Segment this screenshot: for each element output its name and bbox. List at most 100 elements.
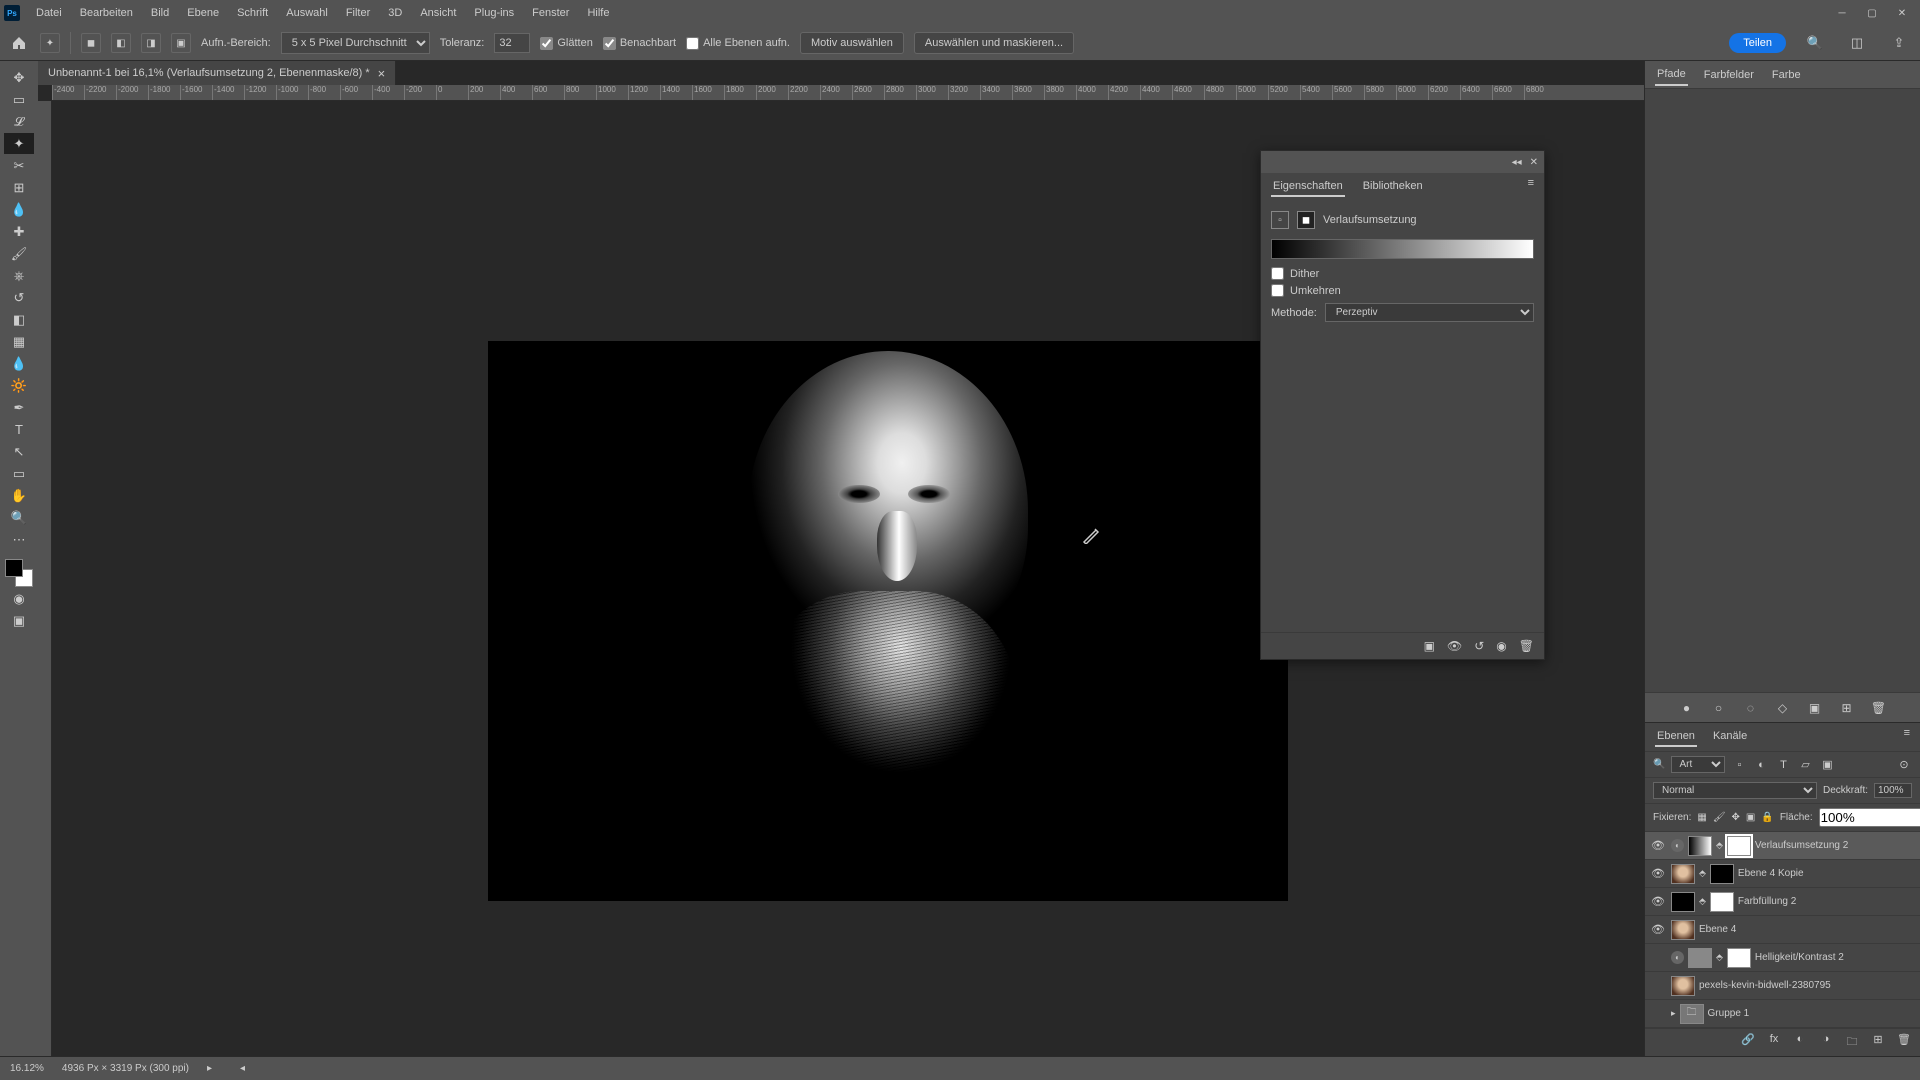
group-icon[interactable]: 🗀 <box>1844 1033 1860 1052</box>
color-tab[interactable]: Farbe <box>1770 65 1803 85</box>
dither-check[interactable]: Dither <box>1271 267 1534 280</box>
marquee-tool[interactable]: ▭ <box>4 89 34 110</box>
screen-mode-tool[interactable]: ▣ <box>4 610 34 631</box>
view-previous-icon[interactable]: 👁 <box>1447 639 1462 653</box>
collapse-panel-icon[interactable]: ◂◂ <box>1512 157 1522 168</box>
layer-name[interactable]: pexels-kevin-bidwell-2380795 <box>1699 980 1916 991</box>
layers-menu-icon[interactable]: ≡ <box>1904 727 1910 747</box>
filter-shape-icon[interactable]: ▱ <box>1797 757 1813 773</box>
gradient-tool[interactable]: ▦ <box>4 331 34 352</box>
menu-layer[interactable]: Ebene <box>179 3 227 23</box>
path-tool[interactable]: ↖ <box>4 441 34 462</box>
fill-input[interactable] <box>1819 808 1920 827</box>
select-and-mask-button[interactable]: Auswählen und maskieren... <box>914 32 1074 54</box>
visibility-icon[interactable]: 👁 <box>1649 839 1667 852</box>
layer-row[interactable]: ▸🗀Gruppe 1 <box>1645 1000 1920 1028</box>
selection-subtract-icon[interactable]: ◨ <box>141 33 161 53</box>
link-layers-icon[interactable]: 🔗 <box>1740 1033 1756 1052</box>
export-icon[interactable]: ⇪ <box>1886 30 1912 56</box>
sample-size-select[interactable]: 5 x 5 Pixel Durchschnitt <box>281 32 430 54</box>
lock-artboard-icon[interactable]: ▣ <box>1746 811 1755 825</box>
antialias-check[interactable]: Glätten <box>540 37 592 50</box>
menu-image[interactable]: Bild <box>143 3 177 23</box>
move-tool[interactable]: ✥ <box>4 67 34 88</box>
layer-row[interactable]: 👁⬘Farbfüllung 2 <box>1645 888 1920 916</box>
eraser-tool[interactable]: ◧ <box>4 309 34 330</box>
mask-path-icon[interactable]: ◇ <box>1774 701 1792 715</box>
selection-add-icon[interactable]: ◧ <box>111 33 131 53</box>
menu-view[interactable]: Ansicht <box>412 3 464 23</box>
tolerance-input[interactable] <box>494 33 530 53</box>
filter-pixel-icon[interactable]: ▫ <box>1731 757 1747 773</box>
channels-tab[interactable]: Kanäle <box>1711 727 1749 747</box>
libraries-tab[interactable]: Bibliotheken <box>1361 177 1425 197</box>
link-icon[interactable]: ⬘ <box>1716 840 1723 851</box>
mask-icon[interactable]: ◐ <box>1792 1033 1808 1052</box>
blur-tool[interactable]: 💧 <box>4 353 34 374</box>
trash-icon[interactable]: 🗑 <box>1519 639 1534 653</box>
lock-transparent-icon[interactable]: ▦ <box>1697 811 1706 825</box>
layer-name[interactable]: Verlaufsumsetzung 2 <box>1755 840 1916 851</box>
layer-mask-thumb[interactable] <box>1727 948 1751 968</box>
frame-tool[interactable]: ⊞ <box>4 177 34 198</box>
swatches-tab[interactable]: Farbfelder <box>1702 65 1756 85</box>
visibility-icon[interactable]: 👁 <box>1649 867 1667 880</box>
paths-tab[interactable]: Pfade <box>1655 64 1688 86</box>
reset-icon[interactable]: ↺ <box>1474 639 1484 653</box>
layer-row[interactable]: 👁Ebene 4 <box>1645 916 1920 944</box>
layer-name[interactable]: Helligkeit/Kontrast 2 <box>1755 952 1916 963</box>
magic-wand-tool[interactable]: ✦ <box>4 133 34 154</box>
menu-file[interactable]: Datei <box>28 3 70 23</box>
delete-path-icon[interactable]: 🗑 <box>1870 701 1888 715</box>
contiguous-check[interactable]: Benachbart <box>603 37 676 50</box>
magic-wand-tool-icon[interactable]: ✦ <box>40 33 60 53</box>
minimize-button[interactable]: ─ <box>1828 3 1856 23</box>
add-path-icon[interactable]: ⊞ <box>1838 701 1856 715</box>
menu-type[interactable]: Schrift <box>229 3 276 23</box>
properties-panel[interactable]: ◂◂ ✕ Eigenschaften Bibliotheken ≡ ▫ ◼ Ve… <box>1260 150 1545 660</box>
panel-menu-icon[interactable]: ≡ <box>1528 177 1534 197</box>
layer-row[interactable]: 👁 ⬘ Ebene 4 Kopie <box>1645 860 1920 888</box>
visibility-icon[interactable]: 👁 <box>1649 895 1667 908</box>
search-icon[interactable]: 🔍 <box>1802 30 1828 56</box>
menu-select[interactable]: Auswahl <box>278 3 336 23</box>
lock-all-icon[interactable]: 🔒 <box>1761 811 1773 825</box>
menu-plugins[interactable]: Plug-ins <box>466 3 522 23</box>
quick-mask-tool[interactable]: ◉ <box>4 588 34 609</box>
zoom-level[interactable]: 16.12% <box>10 1063 44 1074</box>
opacity-input[interactable] <box>1874 783 1912 798</box>
zoom-tool[interactable]: 🔍 <box>4 507 34 528</box>
layer-name[interactable]: Ebene 4 Kopie <box>1738 868 1916 879</box>
new-layer-icon[interactable]: ⊞ <box>1870 1033 1886 1052</box>
link-icon[interactable]: ⬘ <box>1699 868 1706 879</box>
close-tab-icon[interactable]: × <box>378 66 386 81</box>
search-icon[interactable]: 🔍 <box>1653 759 1665 770</box>
lasso-tool[interactable]: 𝓛 <box>4 111 34 132</box>
visibility-icon[interactable]: 👁 <box>1649 923 1667 936</box>
reverse-check[interactable]: Umkehren <box>1271 284 1534 297</box>
layer-name[interactable]: Gruppe 1 <box>1708 1008 1916 1019</box>
layers-tab[interactable]: Ebenen <box>1655 727 1697 747</box>
status-arrow-icon[interactable]: ▸ <box>207 1063 212 1074</box>
method-select[interactable]: Perzeptiv <box>1325 303 1534 322</box>
fill-path-icon[interactable]: ● <box>1678 701 1696 715</box>
layer-row[interactable]: pexels-kevin-bidwell-2380795 <box>1645 972 1920 1000</box>
doc-dimensions[interactable]: 4936 Px × 3319 Px (300 ppi) <box>62 1063 189 1074</box>
link-icon[interactable]: ⬘ <box>1699 896 1706 907</box>
toggle-visibility-icon[interactable]: ◉ <box>1496 639 1506 653</box>
shape-tool[interactable]: ▭ <box>4 463 34 484</box>
delete-layer-icon[interactable]: 🗑 <box>1896 1033 1912 1052</box>
maximize-button[interactable]: ▢ <box>1858 3 1886 23</box>
properties-tab[interactable]: Eigenschaften <box>1271 177 1345 197</box>
history-brush-tool[interactable]: ↺ <box>4 287 34 308</box>
menu-filter[interactable]: Filter <box>338 3 378 23</box>
new-path-icon[interactable]: ▣ <box>1806 701 1824 715</box>
selection-path-icon[interactable]: ◌ <box>1742 701 1760 715</box>
link-icon[interactable]: ⬘ <box>1716 952 1723 963</box>
close-button[interactable]: ✕ <box>1888 3 1916 23</box>
select-subject-button[interactable]: Motiv auswählen <box>800 32 904 54</box>
menu-3d[interactable]: 3D <box>380 3 410 23</box>
dodge-tool[interactable]: 🔆 <box>4 375 34 396</box>
adjustment-icon[interactable]: ◑ <box>1818 1033 1834 1052</box>
filter-type-icon[interactable]: T <box>1775 757 1791 773</box>
